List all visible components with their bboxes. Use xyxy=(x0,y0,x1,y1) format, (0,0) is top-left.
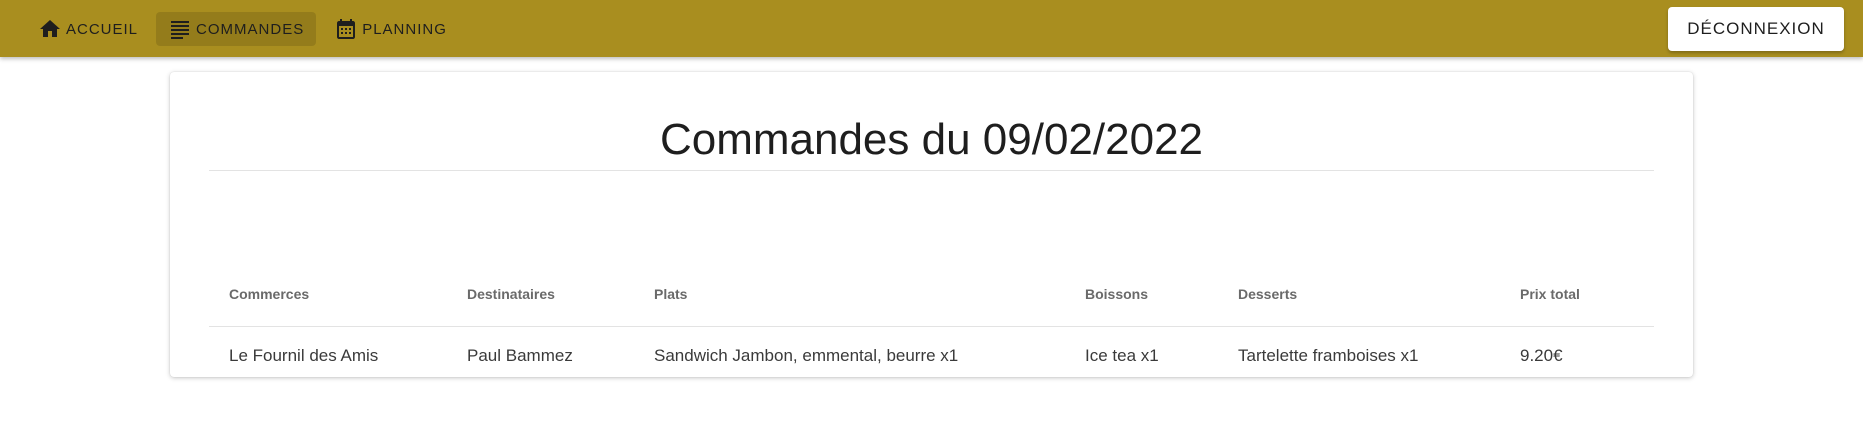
orders-card: Commandes du 09/02/2022 Commerces Destin… xyxy=(170,72,1693,377)
nav-label-commandes: Commandes xyxy=(196,20,305,38)
column-header-plats: Plats xyxy=(634,286,1065,327)
cell-plats: Sandwich Jambon, emmental, beurre x1 xyxy=(654,346,959,365)
title-divider xyxy=(209,170,1654,171)
list-icon xyxy=(168,17,192,41)
nav-label-planning: Planning xyxy=(362,20,447,38)
cell-prix-total: 9.20€ xyxy=(1520,346,1563,365)
nav-item-planning[interactable]: Planning xyxy=(322,12,459,46)
cell-commerce: Le Fournil des Amis xyxy=(229,346,379,365)
table-row: Le Fournil des Amis Paul Bammez Sandwich… xyxy=(209,327,1654,386)
cell-boissons: Ice tea x1 xyxy=(1085,346,1159,365)
nav-item-accueil[interactable]: Accueil xyxy=(26,12,150,46)
main-nav: Accueil Commandes Planning xyxy=(26,12,459,46)
column-header-destinataires: Destinataires xyxy=(447,286,634,327)
table-header-row: Commerces Destinataires Plats Boissons D… xyxy=(209,286,1654,327)
logout-button[interactable]: Déconnexion xyxy=(1668,7,1844,51)
column-header-commerces: Commerces xyxy=(209,286,447,327)
nav-item-commandes[interactable]: Commandes xyxy=(156,12,317,46)
orders-table: Commerces Destinataires Plats Boissons D… xyxy=(209,286,1654,385)
column-header-desserts: Desserts xyxy=(1218,286,1500,327)
cell-destinataire: Paul Bammez xyxy=(467,346,573,365)
top-app-bar: Accueil Commandes Planning Déconnexion xyxy=(0,0,1863,57)
column-header-boissons: Boissons xyxy=(1065,286,1218,327)
calendar-icon xyxy=(334,17,358,41)
page-title: Commandes du 09/02/2022 xyxy=(659,115,1204,164)
nav-label-accueil: Accueil xyxy=(66,20,139,38)
cell-desserts: Tartelette framboises x1 xyxy=(1238,346,1419,365)
home-icon xyxy=(38,17,62,41)
column-header-prix-total: Prix total xyxy=(1500,286,1654,327)
